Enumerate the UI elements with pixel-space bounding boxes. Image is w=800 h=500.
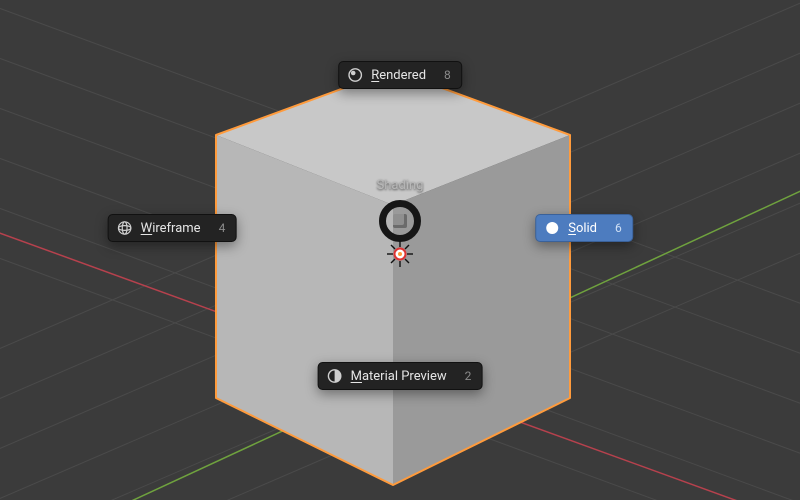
wireframe-icon [117,220,133,236]
pie-item-wireframe[interactable]: Wireframe 4 [108,214,237,242]
pie-item-label: Wireframe [141,221,201,236]
pie-item-hotkey: 2 [465,369,472,383]
pie-item-hotkey: 6 [615,221,622,235]
pie-item-solid[interactable]: Solid 6 [535,214,633,242]
pie-item-material-preview[interactable]: Material Preview 2 [318,362,483,390]
solid-icon [544,220,560,236]
pie-item-label: Rendered [371,68,426,83]
pie-item-rendered[interactable]: Rendered 8 [338,61,462,89]
material-preview-icon [327,368,343,384]
viewport-3d[interactable]: Shading Rendered 8 Material Preview 2 [0,0,800,500]
pie-item-hotkey: 8 [444,68,451,82]
pie-item-hotkey: 4 [219,221,226,235]
pie-item-label: Material Preview [351,369,447,384]
default-cube [216,70,570,485]
pie-menu-center[interactable] [379,200,421,242]
pie-center-preview-icon [393,214,407,228]
pie-item-label: Solid [568,221,597,236]
rendered-icon [347,67,363,83]
pie-center-ring [379,200,421,242]
